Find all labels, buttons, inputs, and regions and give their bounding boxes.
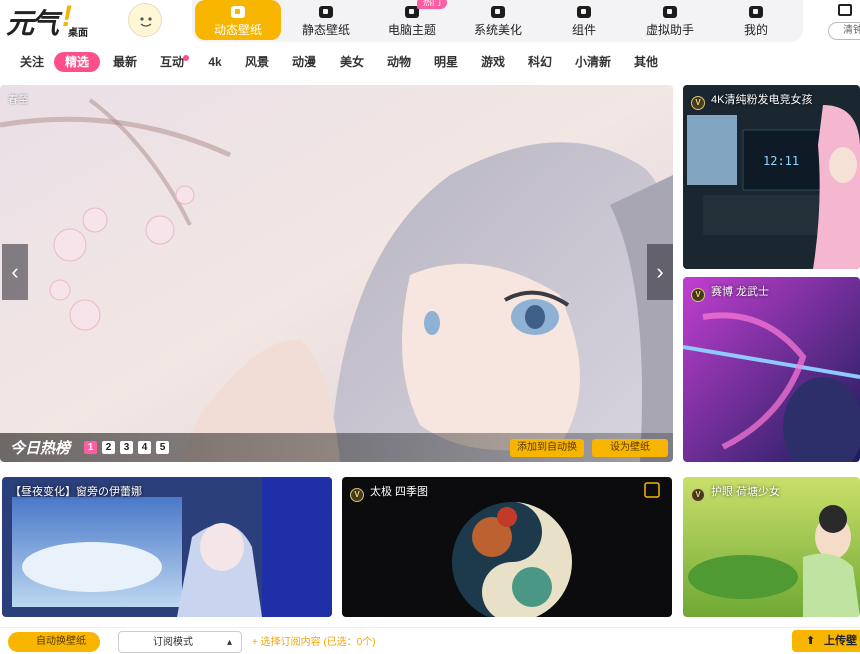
card-title-text: 4K清纯粉发电竞女孩 [711, 94, 813, 106]
chevron-right-icon: › [656, 259, 664, 284]
category-item[interactable]: 动物 [387, 52, 411, 72]
wallpaper-card[interactable]: V 护眼 荷塘少女 [683, 477, 860, 617]
category-item[interactable]: 其他 [634, 52, 658, 72]
category-item[interactable]: 4k [206, 52, 224, 72]
auto-switch-button[interactable]: 自动换壁纸 [8, 632, 100, 652]
top-bar: 元气 ! 桌面 动态壁纸 静态壁纸 电脑主题 热门 系统美化 组件 虚拟助手 我… [0, 0, 860, 46]
mode-label: 订阅模式 [153, 637, 193, 648]
nav-label: 虚拟助手 [645, 23, 694, 37]
app-logo[interactable]: 元气 ! 桌面 [4, 0, 90, 40]
nav-label: 静态壁纸 [301, 23, 350, 37]
category-item[interactable]: 互动 [160, 52, 184, 72]
card-title-text: 赛博 龙武士 [711, 286, 770, 298]
nav-mine[interactable]: 我的 [716, 0, 796, 40]
card-image: 12:11 [683, 85, 860, 269]
hero-banner[interactable]: 春至 ‹ › 今日热榜 1 2 3 4 5 添加到自动换 设为壁纸 [0, 85, 673, 462]
wallpaper-card[interactable]: V 太极 四季图 [342, 477, 672, 617]
hero-label: 春至 [8, 95, 28, 106]
avatar[interactable] [128, 3, 162, 37]
category-item-selected[interactable]: 精选 [54, 52, 100, 72]
wallpaper-card[interactable]: 12:11 V 4K清纯粉发电竞女孩 [683, 85, 860, 269]
hero-image [0, 85, 673, 462]
mode-select[interactable]: 订阅模式 ▴ [118, 631, 242, 653]
card-title-text: 护眼 荷塘少女 [711, 486, 781, 498]
nav-static-wallpaper[interactable]: 静态壁纸 [286, 0, 366, 40]
wallpaper-card[interactable]: V 赛博 龙武士 [683, 277, 860, 462]
vip-icon: V [691, 288, 705, 302]
category-item[interactable]: 美女 [340, 52, 364, 72]
add-to-auto-button[interactable]: 添加到自动换 [510, 439, 584, 457]
hot-badge: 热门 [417, 0, 448, 9]
page-button[interactable]: 5 [156, 441, 169, 454]
notification-dot [183, 55, 189, 61]
category-item[interactable]: 小清新 [574, 52, 612, 72]
auto-switch-label: 自动换壁纸 [36, 636, 86, 647]
image-icon [319, 6, 333, 18]
logo-text: 元气 [6, 7, 59, 40]
vip-icon: V [691, 488, 705, 502]
hot-list-title: 今日热榜 [10, 440, 71, 457]
wallpaper-card[interactable]: 【昼夜变化】窗旁の伊蕾娜 [2, 477, 332, 617]
user-icon [749, 6, 763, 18]
play-icon [231, 6, 245, 18]
category-item[interactable]: 明星 [434, 52, 458, 72]
hero-next-button[interactable]: › [647, 244, 673, 300]
nav-virtual-assistant[interactable]: 虚拟助手 [630, 0, 710, 40]
pet-icon [663, 6, 677, 18]
nav-dynamic-wallpaper[interactable]: 动态壁纸 [195, 0, 281, 40]
page-button[interactable]: 4 [138, 441, 151, 454]
card-title: V 赛博 龙武士 [691, 283, 769, 302]
page-button[interactable]: 2 [102, 441, 115, 454]
category-item[interactable]: 最新 [113, 52, 137, 72]
page-button[interactable]: 1 [84, 441, 97, 454]
page-button[interactable]: 3 [120, 441, 133, 454]
vip-icon: V [691, 96, 705, 110]
card-title-text: 太极 四季图 [370, 486, 429, 498]
svg-text:12:11: 12:11 [763, 154, 799, 168]
logo-sub: 桌面 [68, 28, 88, 39]
card-title: V 太极 四季图 [350, 483, 428, 502]
clear-pill[interactable]: 清钟 [828, 22, 860, 40]
upload-button[interactable]: ⬆ 上传壁 [792, 630, 860, 652]
card-title: V 4K清纯粉发电竞女孩 [691, 91, 812, 110]
window-icon[interactable] [838, 4, 852, 16]
upload-label: 上传壁 [824, 635, 857, 647]
nav-label: 我的 [743, 23, 768, 37]
chevron-left-icon: ‹ [11, 259, 19, 284]
subscribe-link[interactable]: + 选择订阅内容 (已选：0个) [252, 633, 376, 648]
widget-icon [577, 6, 591, 18]
category-item[interactable]: 关注 [20, 52, 44, 72]
vip-icon: V [350, 488, 364, 502]
card-image [683, 277, 860, 462]
nav-system-beautify[interactable]: 系统美化 [458, 0, 538, 40]
nav-widgets[interactable]: 组件 [544, 0, 624, 40]
nav-label: 组件 [571, 23, 596, 37]
set-wallpaper-button[interactable]: 设为壁纸 [592, 439, 668, 457]
nav-label: 动态壁纸 [213, 23, 262, 37]
nav-label: 系统美化 [473, 23, 522, 37]
smiley-icon [140, 17, 152, 27]
category-item[interactable]: 科幻 [528, 52, 552, 72]
category-item[interactable]: 游戏 [481, 52, 505, 72]
category-item[interactable]: 动漫 [292, 52, 316, 72]
category-item[interactable]: 风景 [245, 52, 269, 72]
card-title: V 护眼 荷塘少女 [691, 483, 780, 502]
flower-icon [491, 6, 505, 18]
hero-prev-button[interactable]: ‹ [2, 244, 28, 300]
card-title: 【昼夜变化】窗旁の伊蕾娜 [10, 486, 142, 498]
nav-label: 电脑主题 [387, 23, 436, 37]
category-bar: 关注 精选 最新 互动 4k 风景 动漫 美女 动物 明星 游戏 科幻 小清新 … [0, 52, 860, 72]
chevron-up-icon: ▴ [227, 637, 233, 648]
upload-icon: ⬆ [806, 635, 816, 647]
